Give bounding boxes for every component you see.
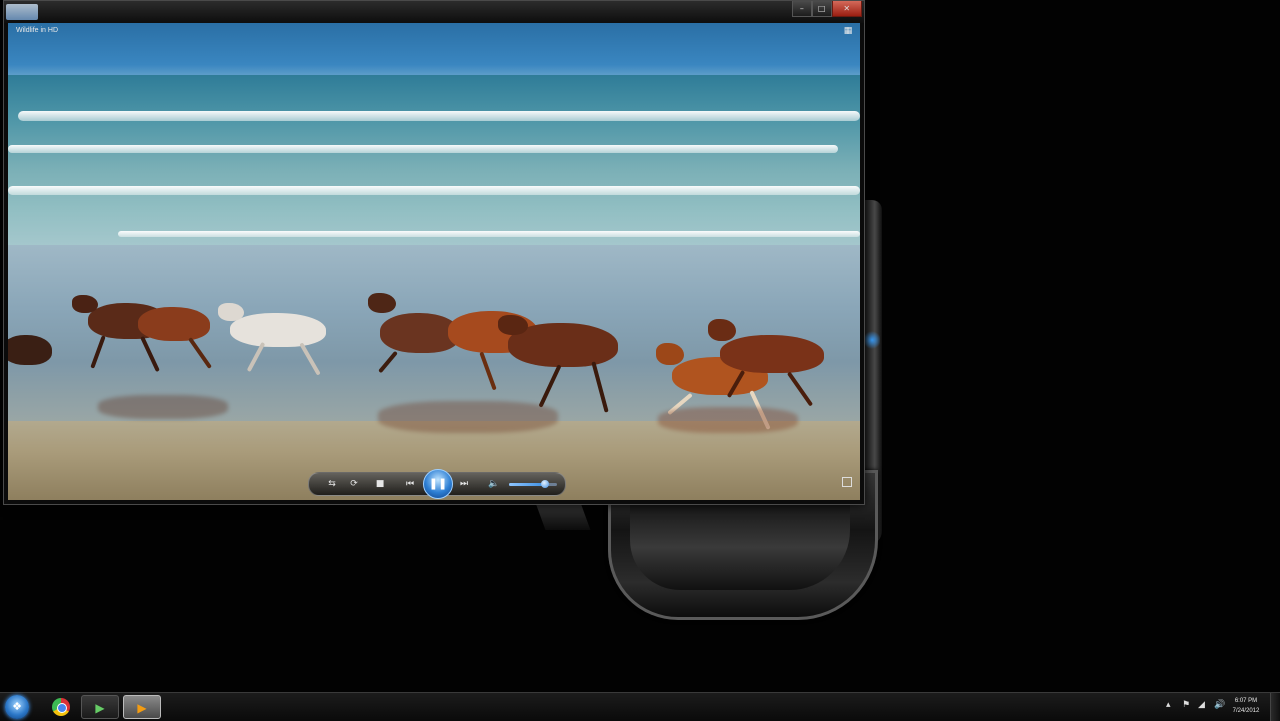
speaker-icon[interactable]: 🔈 (487, 477, 501, 491)
title-bar[interactable]: – □ ✕ (4, 1, 864, 23)
taskbar: ❖ ▶ ▶ ▴ ⚑ ◢ 🔊 6:07 PM 7/24/2012 (0, 692, 1280, 721)
playback-controls: ⇆ ⟳ ■ ⏮ ❚❚ ⏭ 🔈 (308, 469, 566, 499)
video-wave (8, 186, 860, 195)
horse (720, 335, 824, 373)
volume-level (509, 483, 545, 486)
stop-icon[interactable]: ■ (373, 477, 387, 491)
clock[interactable]: 6:07 PM 7/24/2012 (1226, 696, 1266, 716)
horse-reflection (658, 407, 798, 433)
wallpaper-glow (864, 330, 880, 350)
media-center-icon: ▶ (95, 701, 105, 715)
clock-date: 7/24/2012 (1232, 708, 1260, 714)
show-hidden-icons-icon[interactable]: ▴ (1166, 700, 1171, 710)
media-player-taskbar-button[interactable]: ▶ (123, 695, 161, 719)
pause-icon[interactable]: ❚❚ (423, 469, 453, 499)
clock-time: 6:07 PM (1234, 698, 1258, 704)
show-desktop-button[interactable] (1270, 693, 1280, 721)
video-sky (8, 23, 860, 75)
horse-head (368, 293, 396, 313)
network-icon[interactable]: ◢ (1198, 700, 1205, 710)
previous-icon[interactable]: ⏮ (403, 477, 417, 491)
horse-reflection (378, 401, 558, 433)
system-tray: ▴ ⚑ ◢ 🔊 6:07 PM 7/24/2012 (1138, 693, 1268, 721)
horse-head (72, 295, 98, 313)
next-icon[interactable]: ⏭ (457, 477, 471, 491)
video-sea (8, 75, 860, 245)
volume-icon[interactable]: 🔊 (1214, 700, 1225, 710)
window-controls: – □ ✕ (792, 1, 862, 19)
volume-thumb[interactable] (541, 480, 549, 488)
horse (230, 313, 326, 347)
chrome-icon (52, 698, 70, 716)
horse-head (218, 303, 244, 321)
media-player-icon: ▶ (137, 701, 147, 715)
media-center-taskbar-button[interactable]: ▶ (81, 695, 119, 719)
minimize-icon[interactable]: – (792, 1, 812, 17)
horse-head (498, 315, 528, 335)
video-wave (118, 231, 860, 237)
repeat-icon[interactable]: ⟳ (347, 477, 361, 491)
horse-head (708, 319, 736, 341)
maximize-icon[interactable]: □ (811, 1, 832, 17)
video-wave (18, 111, 860, 121)
horse (138, 307, 210, 341)
windows-start-icon[interactable]: ❖ (5, 695, 29, 719)
video-title: Wildlife in HD (16, 27, 59, 34)
horse (8, 335, 52, 365)
flag-icon[interactable]: ⚑ (1182, 700, 1190, 710)
media-player-window[interactable]: – □ ✕ Wildlife in HD ▦ ⇆ ⟳ ■ ⏮ ❚❚ ⏭ 🔈 (3, 0, 865, 505)
chrome-taskbar-button[interactable] (41, 695, 79, 719)
fullscreen-icon[interactable] (842, 477, 852, 487)
video-frame (8, 23, 860, 500)
media-player-app-icon[interactable] (6, 4, 38, 20)
wallpaper-shape (630, 495, 850, 590)
video-display[interactable]: Wildlife in HD ▦ ⇆ ⟳ ■ ⏮ ❚❚ ⏭ 🔈 (8, 23, 860, 500)
video-wave (8, 145, 838, 153)
horse-head (656, 343, 684, 365)
shuffle-icon[interactable]: ⇆ (325, 477, 339, 491)
switch-to-library-icon[interactable]: ▦ (842, 26, 854, 36)
volume-slider[interactable] (509, 480, 557, 488)
close-icon[interactable]: ✕ (831, 1, 862, 17)
horse-reflection (98, 395, 228, 419)
